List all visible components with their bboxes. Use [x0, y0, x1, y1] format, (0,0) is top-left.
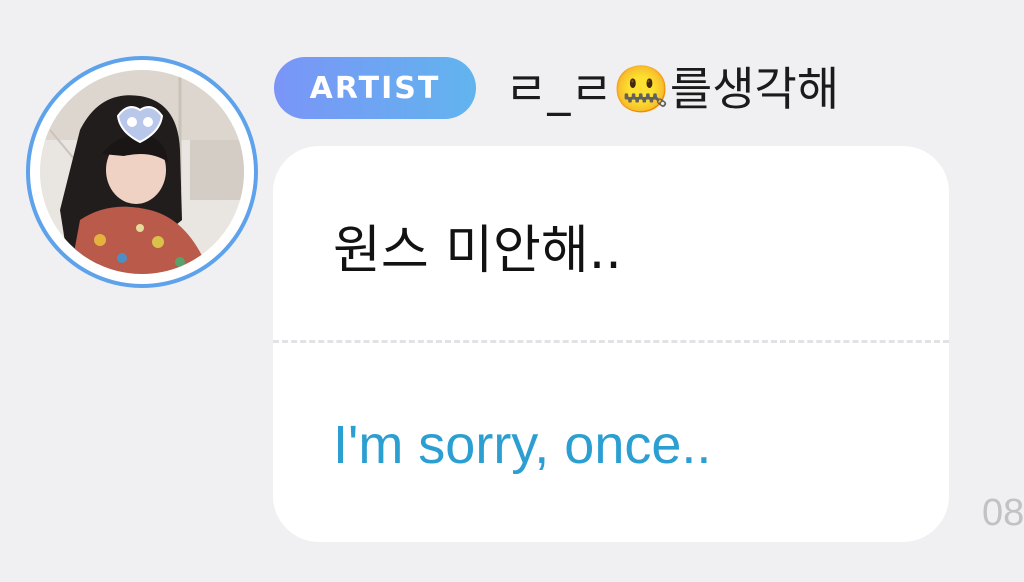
translation-divider: [273, 340, 949, 343]
translated-message-text: I'm sorry, once..: [333, 415, 712, 475]
avatar-photo: [40, 70, 244, 274]
message-timestamp: 08: [982, 492, 1024, 534]
avatar[interactable]: [40, 70, 244, 274]
avatar-ring[interactable]: [26, 56, 258, 288]
artist-badge: ARTIST: [274, 57, 476, 119]
message-bubble[interactable]: 원스 미안해.. I'm sorry, once..: [273, 146, 949, 542]
original-message-text: 원스 미안해..: [333, 221, 622, 281]
sender-username[interactable]: ㄹ_ㄹ🤐를생각해: [505, 58, 839, 120]
